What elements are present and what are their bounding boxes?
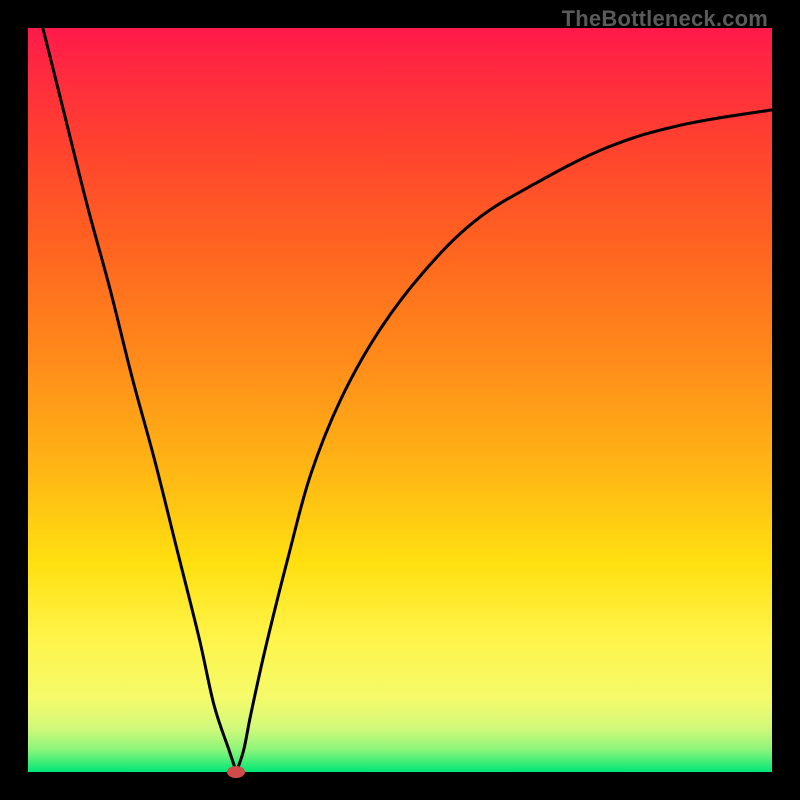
plot-area: [28, 28, 772, 772]
chart-frame: TheBottleneck.com: [0, 0, 800, 800]
curve-right-branch: [236, 110, 772, 772]
curve-svg: [28, 28, 772, 772]
minimum-marker: [227, 766, 245, 778]
curve-left-branch: [43, 28, 236, 772]
